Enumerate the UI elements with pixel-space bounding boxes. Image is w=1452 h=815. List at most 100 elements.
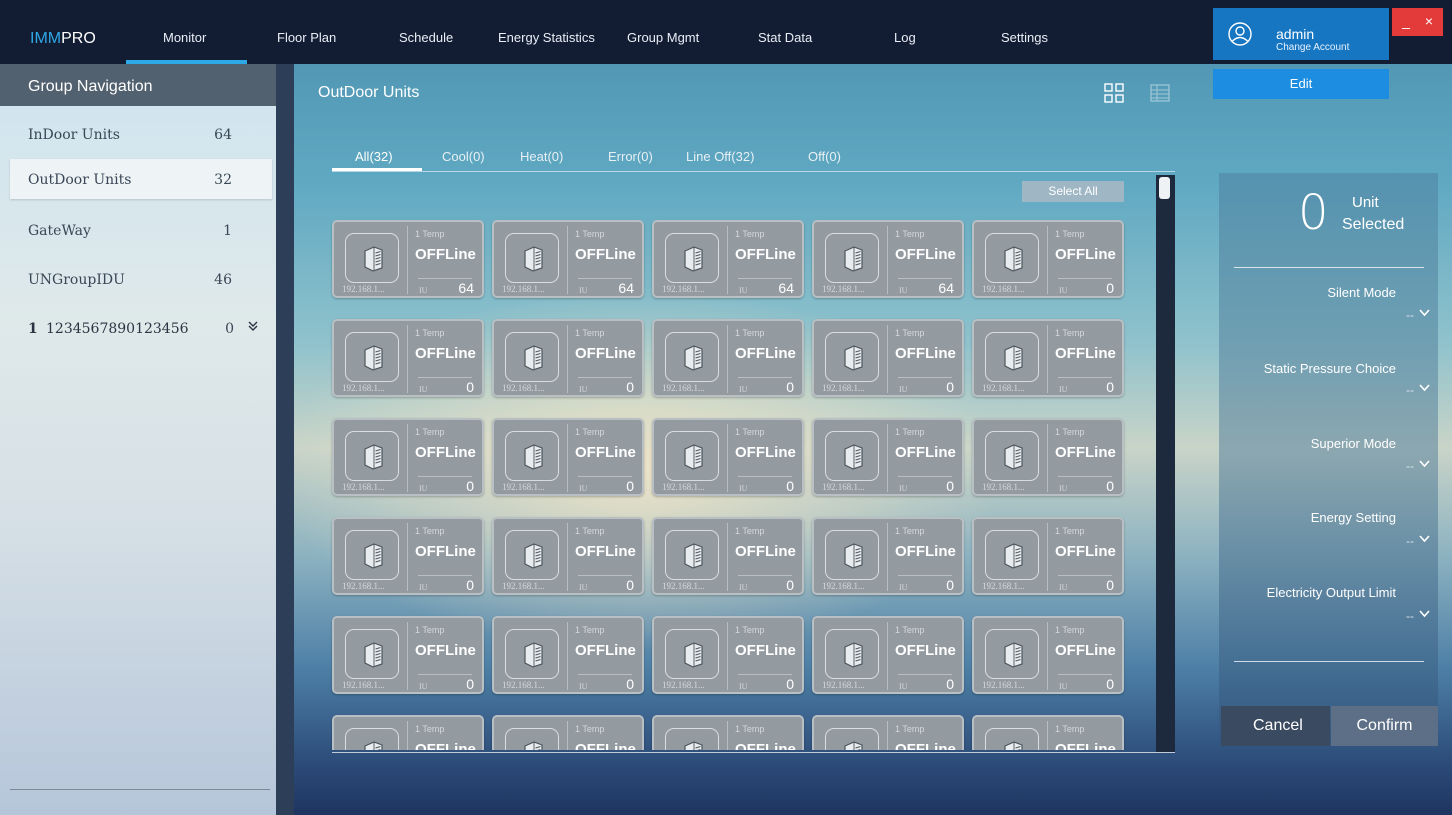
unit-card[interactable]: 1 Temp OFFLine 192.168.1... IU 0: [492, 517, 644, 595]
unit-card[interactable]: 1 Temp OFFLine 192.168.1... IU 64: [492, 220, 644, 298]
tab-cool[interactable]: Cool(0): [442, 149, 485, 164]
card-divider: [898, 674, 952, 675]
nav-monitor[interactable]: Monitor: [163, 30, 206, 45]
nav-log[interactable]: Log: [894, 30, 916, 45]
unit-temp: 1 Temp: [575, 229, 605, 239]
unit-iu-count: 0: [466, 379, 474, 395]
cancel-button[interactable]: Cancel: [1221, 706, 1330, 746]
unit-card[interactable]: 1 TempOFFLine192.168.1...IU: [812, 715, 964, 750]
unit-card[interactable]: 1 Temp OFFLine 192.168.1... IU 0: [972, 616, 1124, 694]
outdoor-unit-icon: [842, 642, 864, 668]
scrollbar-thumb[interactable]: [1159, 177, 1170, 199]
unit-card[interactable]: 1 Temp OFFLine 192.168.1... IU 0: [492, 319, 644, 397]
unit-card[interactable]: 1 Temp OFFLine 192.168.1... IU 64: [332, 220, 484, 298]
confirm-button[interactable]: Confirm: [1331, 706, 1438, 746]
unit-iu-label: IU: [419, 583, 428, 592]
tab-all[interactable]: All(32): [355, 149, 393, 164]
unit-status: OFFLine: [735, 543, 796, 560]
panel-splitter[interactable]: [276, 64, 294, 815]
edit-button[interactable]: Edit: [1213, 69, 1389, 99]
card-divider: [418, 278, 472, 279]
account-box[interactable]: admin Change Account: [1213, 8, 1389, 60]
unit-card[interactable]: 1 Temp OFFLine 192.168.1... IU 0: [812, 319, 964, 397]
unit-iu-label: IU: [1059, 385, 1068, 394]
static-pressure-value[interactable]: --: [1406, 383, 1414, 397]
sidebar-item-outdoor-units[interactable]: OutDoor Units 32: [10, 159, 272, 199]
chevron-down-icon[interactable]: [1419, 607, 1430, 621]
unit-card[interactable]: 1 Temp OFFLine 192.168.1... IU 0: [972, 319, 1124, 397]
unit-card[interactable]: 1 TempOFFLine192.168.1...IU: [492, 715, 644, 750]
nav-settings[interactable]: Settings: [1001, 30, 1048, 45]
select-all-button[interactable]: Select All: [1022, 181, 1124, 202]
chevron-down-icon[interactable]: [1419, 306, 1430, 320]
unit-card[interactable]: 1 TempOFFLine192.168.1...IU: [652, 715, 804, 750]
sidebar-item-ungroupidu[interactable]: UNGroupIDU 46: [10, 259, 272, 299]
nav-stat-data[interactable]: Stat Data: [758, 30, 812, 45]
unit-iu-count: 0: [946, 379, 954, 395]
unit-card[interactable]: 1 TempOFFLine192.168.1...IU: [332, 715, 484, 750]
unit-temp: 1 Temp: [895, 328, 925, 338]
tab-error[interactable]: Error(0): [608, 149, 653, 164]
sidebar-item-gateway[interactable]: GateWay 1: [10, 210, 272, 250]
electricity-output-limit-value[interactable]: --: [1406, 609, 1414, 623]
change-account-link[interactable]: Change Account: [1276, 42, 1349, 53]
unit-temp: 1 Temp: [1055, 427, 1085, 437]
unit-card[interactable]: 1 Temp OFFLine 192.168.1... IU 0: [652, 319, 804, 397]
selected-label: Selected: [1342, 216, 1405, 233]
unit-card[interactable]: 1 Temp OFFLine 192.168.1... IU 0: [492, 616, 644, 694]
close-button[interactable]: ×: [1415, 8, 1443, 36]
card-divider: [578, 575, 632, 576]
chevron-down-icon[interactable]: [1419, 532, 1430, 546]
energy-setting-value[interactable]: --: [1406, 534, 1414, 548]
outdoor-unit-icon: [682, 246, 704, 272]
nav-energy-statistics[interactable]: Energy Statistics: [498, 30, 595, 45]
unit-card[interactable]: 1 Temp OFFLine 192.168.1... IU 0: [652, 418, 804, 496]
unit-card[interactable]: 1 Temp OFFLine 192.168.1... IU 0: [332, 517, 484, 595]
tab-line-off[interactable]: Line Off(32): [686, 149, 754, 164]
card-divider: [1047, 721, 1048, 750]
unit-card[interactable]: 1 Temp OFFLine 192.168.1... IU 64: [652, 220, 804, 298]
unit-ip: 192.168.1...: [342, 284, 385, 294]
unit-card[interactable]: 1 Temp OFFLine 192.168.1... IU 0: [332, 418, 484, 496]
unit-iu-count: 0: [1106, 280, 1114, 296]
nav-floor-plan[interactable]: Floor Plan: [277, 30, 336, 45]
sidebar-item-indoor-units[interactable]: InDoor Units 64: [10, 114, 272, 154]
unit-card[interactable]: 1 Temp OFFLine 192.168.1... IU 0: [332, 319, 484, 397]
grid-view-icon[interactable]: [1104, 83, 1124, 103]
sidebar-divider: [10, 789, 270, 790]
nav-schedule[interactable]: Schedule: [399, 30, 453, 45]
card-divider: [1058, 377, 1112, 378]
unit-status: OFFLine: [415, 543, 476, 560]
silent-mode-value[interactable]: --: [1406, 308, 1414, 322]
unit-card[interactable]: 1 Temp OFFLine 192.168.1... IU 0: [972, 418, 1124, 496]
unit-card[interactable]: 1 Temp OFFLine 192.168.1... IU 0: [652, 616, 804, 694]
unit-ip: 192.168.1...: [502, 680, 545, 690]
unit-temp: 1 Temp: [415, 526, 445, 536]
sidebar-group-1[interactable]: 1 1234567890123456 0: [10, 308, 272, 348]
unit-temp: 1 Temp: [415, 328, 445, 338]
unit-card[interactable]: 1 Temp OFFLine 192.168.1... IU 0: [972, 220, 1124, 298]
unit-card[interactable]: 1 Temp OFFLine 192.168.1... IU 0: [812, 517, 964, 595]
superior-mode-value[interactable]: --: [1406, 459, 1414, 473]
list-view-icon[interactable]: [1150, 83, 1170, 103]
tab-heat[interactable]: Heat(0): [520, 149, 563, 164]
chevron-down-icon[interactable]: [1419, 381, 1430, 395]
outdoor-unit-icon: [842, 246, 864, 272]
card-divider: [727, 226, 728, 294]
unit-card[interactable]: 1 Temp OFFLine 192.168.1... IU 0: [332, 616, 484, 694]
top-bar: IMMPRO Monitor Floor Plan Schedule Energ…: [0, 0, 1452, 64]
expand-chevron-icon[interactable]: [248, 320, 258, 335]
nav-group-mgmt[interactable]: Group Mgmt: [627, 30, 699, 45]
unit-card[interactable]: 1 TempOFFLine192.168.1...IU: [972, 715, 1124, 750]
unit-status: OFFLine: [895, 543, 956, 560]
unit-card[interactable]: 1 Temp OFFLine 192.168.1... IU 64: [812, 220, 964, 298]
scrollbar-track[interactable]: [1156, 175, 1175, 752]
unit-card[interactable]: 1 Temp OFFLine 192.168.1... IU 0: [812, 616, 964, 694]
unit-ip: 192.168.1...: [982, 581, 1025, 591]
unit-card[interactable]: 1 Temp OFFLine 192.168.1... IU 0: [812, 418, 964, 496]
unit-card[interactable]: 1 Temp OFFLine 192.168.1... IU 0: [492, 418, 644, 496]
chevron-down-icon[interactable]: [1419, 457, 1430, 471]
unit-card[interactable]: 1 Temp OFFLine 192.168.1... IU 0: [652, 517, 804, 595]
tab-off[interactable]: Off(0): [808, 149, 841, 164]
unit-card[interactable]: 1 Temp OFFLine 192.168.1... IU 0: [972, 517, 1124, 595]
